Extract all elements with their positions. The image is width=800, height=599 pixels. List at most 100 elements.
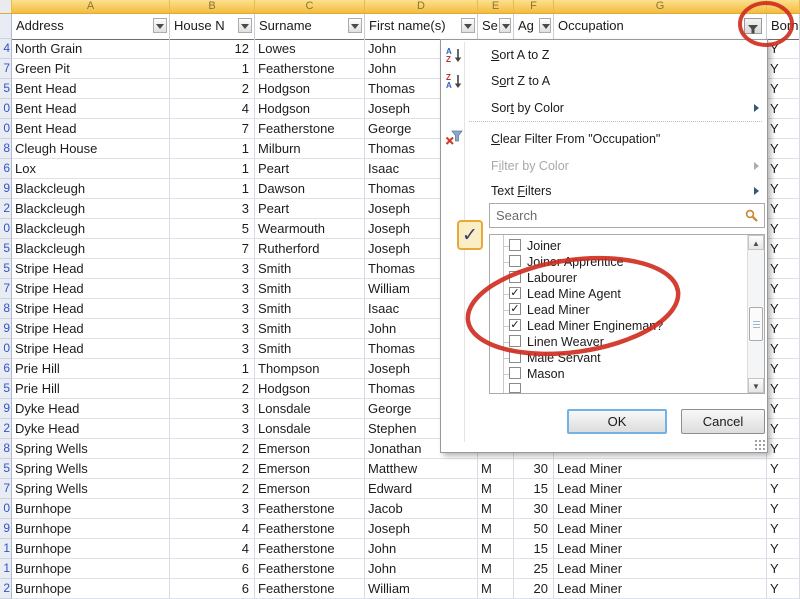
cell-first-name[interactable]: Edward bbox=[365, 479, 478, 499]
cell-address[interactable]: Blackcleugh bbox=[12, 219, 170, 239]
cell-address[interactable]: Lox bbox=[12, 159, 170, 179]
checkbox-checked[interactable]: ✓ bbox=[509, 287, 521, 299]
cell-age[interactable]: 15 bbox=[514, 479, 554, 499]
cell-surname[interactable]: Smith bbox=[255, 339, 365, 359]
column-letter-a[interactable]: A bbox=[12, 0, 170, 13]
cell-born[interactable]: Y bbox=[767, 459, 800, 479]
header-sex[interactable]: Se bbox=[478, 14, 514, 39]
cell-house-number[interactable]: 2 bbox=[170, 439, 255, 459]
cell-born[interactable]: Y bbox=[767, 79, 800, 99]
cell-sex[interactable]: M bbox=[478, 539, 514, 559]
cell-house-number[interactable]: 3 bbox=[170, 399, 255, 419]
cell-sex[interactable]: M bbox=[478, 459, 514, 479]
resize-grip[interactable] bbox=[754, 439, 765, 450]
cell-surname[interactable]: Emerson bbox=[255, 459, 365, 479]
cell-address[interactable]: Bent Head bbox=[12, 79, 170, 99]
header-address[interactable]: Address bbox=[12, 14, 170, 39]
cell-address[interactable]: Prie Hill bbox=[12, 379, 170, 399]
filter-option-joiner-apprentice[interactable]: Joiner Apprentice bbox=[490, 254, 746, 270]
cell-house-number[interactable]: 4 bbox=[170, 519, 255, 539]
cell-house-number[interactable]: 3 bbox=[170, 199, 255, 219]
cell-first-name[interactable]: William bbox=[365, 579, 478, 599]
checkbox-checked[interactable]: ✓ bbox=[509, 319, 521, 331]
cell-address[interactable]: Burnhope bbox=[12, 539, 170, 559]
cell-house-number[interactable]: 2 bbox=[170, 479, 255, 499]
cell-house-number[interactable]: 1 bbox=[170, 359, 255, 379]
cell-surname[interactable]: Featherstone bbox=[255, 539, 365, 559]
cell-surname[interactable]: Smith bbox=[255, 299, 365, 319]
cell-surname[interactable]: Wearmouth bbox=[255, 219, 365, 239]
filter-dropdown-button-firstname[interactable] bbox=[461, 18, 475, 33]
cell-house-number[interactable]: 2 bbox=[170, 79, 255, 99]
cell-first-name[interactable]: John bbox=[365, 539, 478, 559]
cell-surname[interactable]: Featherstone bbox=[255, 59, 365, 79]
row-number[interactable]: 0 bbox=[0, 339, 12, 359]
filter-option-lead-mine-agent[interactable]: ✓Lead Mine Agent bbox=[490, 286, 746, 302]
row-number[interactable]: 0 bbox=[0, 119, 12, 139]
cell-surname[interactable]: Emerson bbox=[255, 479, 365, 499]
cell-house-number[interactable]: 1 bbox=[170, 159, 255, 179]
checkbox-checked[interactable]: ✓ bbox=[509, 303, 521, 315]
cell-born[interactable]: Y bbox=[767, 259, 800, 279]
row-number[interactable]: 2 bbox=[0, 199, 12, 219]
cell-house-number[interactable]: 5 bbox=[170, 219, 255, 239]
cell-occupation[interactable]: Lead Miner bbox=[554, 459, 767, 479]
cell-address[interactable]: Spring Wells bbox=[12, 439, 170, 459]
row-number[interactable]: 5 bbox=[0, 239, 12, 259]
cell-house-number[interactable]: 2 bbox=[170, 459, 255, 479]
row-number[interactable]: 0 bbox=[0, 499, 12, 519]
checkbox-unchecked[interactable] bbox=[509, 255, 521, 267]
cell-house-number[interactable]: 7 bbox=[170, 239, 255, 259]
cell-address[interactable]: Blackcleugh bbox=[12, 199, 170, 219]
checkbox-unchecked[interactable] bbox=[509, 335, 521, 347]
cell-address[interactable]: Spring Wells bbox=[12, 459, 170, 479]
cell-born[interactable]: Y bbox=[767, 279, 800, 299]
cell-born[interactable]: Y bbox=[767, 199, 800, 219]
active-filter-funnel-button[interactable] bbox=[744, 18, 762, 34]
cell-house-number[interactable]: 3 bbox=[170, 419, 255, 439]
cell-surname[interactable]: Thompson bbox=[255, 359, 365, 379]
menu-item-sort-z-to-a[interactable]: ZA Sort Z to A bbox=[441, 70, 767, 92]
cell-house-number[interactable]: 6 bbox=[170, 579, 255, 599]
row-number[interactable]: 9 bbox=[0, 179, 12, 199]
cell-house-number[interactable]: 3 bbox=[170, 319, 255, 339]
row-number[interactable]: 1 bbox=[0, 539, 12, 559]
cell-address[interactable]: Blackcleugh bbox=[12, 179, 170, 199]
cell-born[interactable]: Y bbox=[767, 39, 800, 59]
cell-house-number[interactable]: 3 bbox=[170, 339, 255, 359]
cell-address[interactable]: Dyke Head bbox=[12, 419, 170, 439]
cell-house-number[interactable]: 3 bbox=[170, 279, 255, 299]
column-letter-c[interactable]: C bbox=[255, 0, 365, 13]
filter-option-mason[interactable]: Mason bbox=[490, 366, 746, 382]
cell-born[interactable]: Y bbox=[767, 299, 800, 319]
row-number[interactable]: 1 bbox=[0, 559, 12, 579]
cell-born[interactable]: Y bbox=[767, 179, 800, 199]
row-number[interactable]: 7 bbox=[0, 479, 12, 499]
row-number[interactable]: 2 bbox=[0, 419, 12, 439]
filter-option-lead-miner[interactable]: ✓Lead Miner bbox=[490, 302, 746, 318]
cell-house-number[interactable]: 4 bbox=[170, 99, 255, 119]
checkbox-unchecked[interactable] bbox=[509, 367, 521, 379]
cell-surname[interactable]: Hodgson bbox=[255, 79, 365, 99]
row-number[interactable]: 8 bbox=[0, 139, 12, 159]
cell-born[interactable]: Y bbox=[767, 319, 800, 339]
row-number[interactable]: 6 bbox=[0, 159, 12, 179]
cell-house-number[interactable]: 4 bbox=[170, 539, 255, 559]
cell-born[interactable]: Y bbox=[767, 219, 800, 239]
cell-born[interactable]: Y bbox=[767, 539, 800, 559]
cell-house-number[interactable]: 3 bbox=[170, 259, 255, 279]
cell-sex[interactable]: M bbox=[478, 559, 514, 579]
cell-surname[interactable]: Rutherford bbox=[255, 239, 365, 259]
filter-option-joiner[interactable]: Joiner bbox=[490, 238, 746, 254]
cell-born[interactable]: Y bbox=[767, 239, 800, 259]
row-number[interactable]: 5 bbox=[0, 379, 12, 399]
cell-born[interactable]: Y bbox=[767, 579, 800, 599]
cell-age[interactable]: 50 bbox=[514, 519, 554, 539]
cell-house-number[interactable]: 2 bbox=[170, 379, 255, 399]
cell-born[interactable]: Y bbox=[767, 419, 800, 439]
cell-address[interactable]: Burnhope bbox=[12, 579, 170, 599]
row-number[interactable]: 5 bbox=[0, 459, 12, 479]
cell-first-name[interactable]: Jacob bbox=[365, 499, 478, 519]
cell-surname[interactable]: Hodgson bbox=[255, 379, 365, 399]
cell-born[interactable]: Y bbox=[767, 139, 800, 159]
